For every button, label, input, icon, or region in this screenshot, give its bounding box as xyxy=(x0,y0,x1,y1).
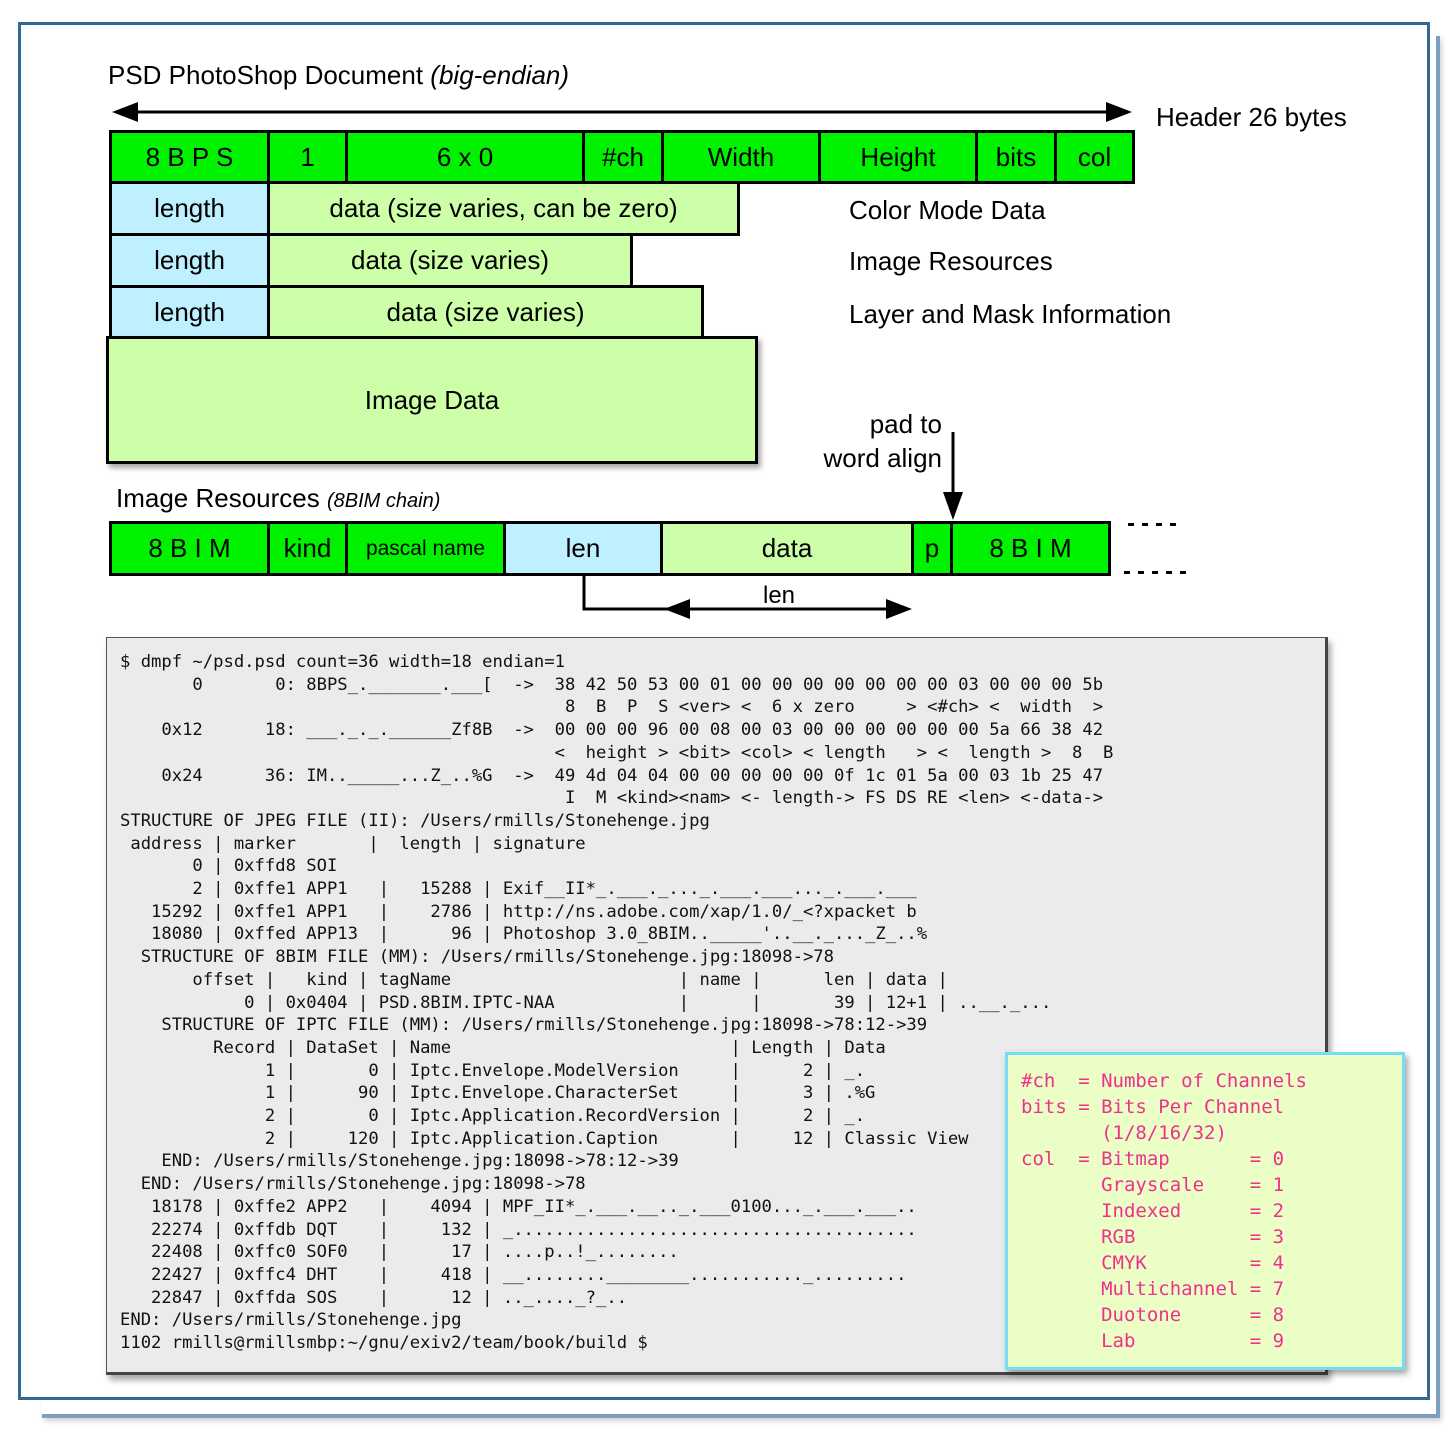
terminal-line: 2 | 0 | Iptc.Application.RecordVersion |… xyxy=(120,1106,866,1127)
field-height: Height xyxy=(818,130,978,184)
field-signature: 8 B P S xyxy=(109,130,270,184)
legend-line: Duotone = 8 xyxy=(1021,1304,1285,1326)
pad-note-line2: word align xyxy=(823,443,942,473)
section-label-color-mode: Color Mode Data xyxy=(849,195,1046,225)
section-layer-mask: length data (size varies) xyxy=(109,285,704,340)
resources-title-text: Image Resources xyxy=(116,483,327,513)
field-width: Width xyxy=(661,130,821,184)
header-size-label: Header 26 bytes xyxy=(1156,102,1347,132)
legend-line: Indexed = 2 xyxy=(1021,1200,1285,1222)
field-channels: #ch xyxy=(582,130,664,184)
terminal-line: 0 | 0x0404 | PSD.8BIM.IPTC-NAA | | 39 | … xyxy=(120,992,1052,1013)
header-span-arrow xyxy=(112,102,1132,122)
terminal-line: Record | DataSet | Name | Length | Data xyxy=(120,1037,886,1058)
res-data: data xyxy=(660,521,914,576)
field-bits: bits xyxy=(975,130,1057,184)
terminal-line: 1 | 90 | Iptc.Envelope.CharacterSet | 3 … xyxy=(120,1083,876,1104)
legend-text: #ch = Number of Channels bits = Bits Per … xyxy=(1021,1068,1307,1354)
terminal-line: STRUCTURE OF IPTC FILE (MM): /Users/rmil… xyxy=(120,1015,928,1036)
legend-line: #ch = Number of Channels xyxy=(1021,1070,1307,1092)
res-signature: 8 B I M xyxy=(109,521,270,576)
terminal-line: 18178 | 0xffe2 APP2 | 4094 | MPF_II*_.__… xyxy=(120,1196,917,1217)
section-label-image-resources: Image Resources xyxy=(849,246,1053,276)
section-color-mode: length data (size varies, can be zero) xyxy=(109,181,740,236)
pad-note-line1: pad to xyxy=(869,409,942,439)
terminal-line: END: /Users/rmills/Stonehenge.jpg xyxy=(120,1310,462,1331)
field-colormode: col xyxy=(1054,130,1135,184)
terminal-line: 0 | 0xffd8 SOI xyxy=(120,856,338,877)
psd-header-row: 8 B P S 1 6 x 0 #ch Width Height bits co… xyxy=(109,130,1135,184)
field-version: 1 xyxy=(267,130,348,184)
section-length: length xyxy=(109,233,270,288)
terminal-line: 2 | 0xffe1 APP1 | 15288 | Exif__II*_.___… xyxy=(120,879,917,900)
legend-line: col = Bitmap = 0 xyxy=(1021,1148,1285,1170)
section-data: data (size varies, can be zero) xyxy=(267,181,740,236)
image-data-block: Image Data xyxy=(106,336,758,464)
terminal-line: 2 | 120 | Iptc.Application.Caption | 12 … xyxy=(120,1128,969,1149)
terminal-line: 22847 | 0xffda SOS | 12 | .._...._?_.. xyxy=(120,1287,628,1308)
section-length: length xyxy=(109,285,270,340)
terminal-line: 1 | 0 | Iptc.Envelope.ModelVersion | 2 |… xyxy=(120,1060,866,1081)
section-data: data (size varies) xyxy=(267,285,704,340)
terminal-line: address | marker | length | signature xyxy=(120,833,586,854)
terminal-line: 22408 | 0xffc0 SOF0 | 17 | ....p..!_....… xyxy=(120,1242,679,1263)
section-image-resources: length data (size varies) xyxy=(109,233,633,288)
legend-line: (1/8/16/32) xyxy=(1021,1122,1227,1144)
section-length: length xyxy=(109,181,270,236)
res-kind: kind xyxy=(267,521,348,576)
terminal-line: 1102 rmills@rmillsmbp:~/gnu/exiv2/team/b… xyxy=(120,1333,648,1354)
terminal-line: END: /Users/rmills/Stonehenge.jpg:18098-… xyxy=(120,1174,586,1195)
legend-line: bits = Bits Per Channel xyxy=(1021,1096,1285,1118)
resources-title: Image Resources (8BIM chain) xyxy=(116,483,440,514)
legend-box: #ch = Number of Channels bits = Bits Per … xyxy=(1005,1052,1405,1370)
terminal-line: 0 0: 8BPS_._______.___[ -> 38 42 50 53 0… xyxy=(120,674,1104,695)
resource-chain-row: 8 B I M kind pascal name len data p 8 B … xyxy=(109,521,1111,576)
len-span-arrow xyxy=(582,575,912,619)
terminal-line: offset | kind | tagName | name | len | d… xyxy=(120,969,948,990)
terminal-line: END: /Users/rmills/Stonehenge.jpg:18098-… xyxy=(120,1151,679,1172)
section-data: data (size varies) xyxy=(267,233,633,288)
terminal-line: STRUCTURE OF 8BIM FILE (MM): /Users/rmil… xyxy=(120,947,834,968)
section-label-layer-mask: Layer and Mask Information xyxy=(849,299,1172,329)
field-reserved: 6 x 0 xyxy=(345,130,585,184)
terminal-line: 0x24 36: IM.._____...Z_..%G -> 49 4d 04 … xyxy=(120,765,1104,786)
terminal-text: $ dmpf ~/psd.psd count=36 width=18 endia… xyxy=(120,651,1113,1355)
terminal-line: 15292 | 0xffe1 APP1 | 2786 | http://ns.a… xyxy=(120,901,917,922)
res-len: len xyxy=(503,521,663,576)
resources-title-chain: (8BIM chain) xyxy=(326,490,441,512)
terminal-line: 8 B P S <ver> < 6 x zero > <#ch> < width… xyxy=(120,697,1104,718)
legend-line: CMYK = 4 xyxy=(1021,1252,1285,1274)
terminal-line: 18080 | 0xffed APP13 | 96 | Photoshop 3.… xyxy=(120,924,928,945)
terminal-line: I M <kind><nam> <- length-> FS DS RE <le… xyxy=(120,788,1104,809)
terminal-line: STRUCTURE OF JPEG FILE (II): /Users/rmil… xyxy=(120,810,710,831)
res-next-signature: 8 B I M xyxy=(950,521,1111,576)
legend-line: Multichannel = 7 xyxy=(1021,1278,1285,1300)
terminal-line: 22274 | 0xffdb DQT | 132 | _............… xyxy=(120,1219,917,1240)
chain-continuation xyxy=(1124,523,1186,574)
terminal-line: 22427 | 0xffc4 DHT | 418 | __........___… xyxy=(120,1264,907,1285)
terminal-line: < height > <bit> <col> < length > < leng… xyxy=(120,742,1114,763)
res-pad: p xyxy=(911,521,953,576)
terminal-line: 0x12 18: ___._._.______Zf8B -> 00 00 00 … xyxy=(120,720,1104,741)
pad-note: pad to word align xyxy=(823,409,942,474)
legend-line: RGB = 3 xyxy=(1021,1226,1285,1248)
legend-line: Lab = 9 xyxy=(1021,1330,1285,1352)
res-pascal-name: pascal name xyxy=(345,521,506,576)
terminal-line: $ dmpf ~/psd.psd count=36 width=18 endia… xyxy=(120,652,565,672)
len-arrow-label: len xyxy=(763,582,796,609)
legend-line: Grayscale = 1 xyxy=(1021,1174,1285,1196)
pad-arrow xyxy=(943,432,963,520)
